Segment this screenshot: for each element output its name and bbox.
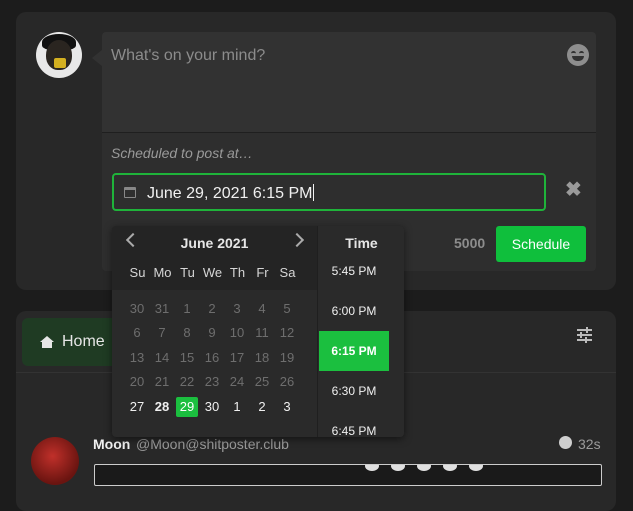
calendar-day[interactable]: 29 (176, 397, 198, 417)
calendar-day[interactable]: 30 (201, 397, 223, 417)
calendar-day[interactable]: 10 (226, 323, 248, 343)
time-option[interactable]: 6:45 PM (319, 411, 389, 437)
weekday-label: Fr (256, 265, 269, 280)
weekday-label: Sa (279, 265, 296, 280)
weekday-label: Th (229, 265, 246, 280)
globe-icon (559, 436, 572, 449)
calendar-day[interactable]: 19 (276, 348, 298, 368)
calendar-day[interactable]: 28 (151, 397, 173, 417)
calendar-day[interactable]: 5 (276, 299, 298, 319)
calendar-day[interactable]: 4 (251, 299, 273, 319)
time-option[interactable]: 6:15 PM (319, 331, 389, 371)
weekday-label: Mo (153, 265, 172, 280)
calendar-day[interactable]: 17 (226, 348, 248, 368)
character-count: 5000 (454, 235, 486, 251)
post-media-image[interactable] (94, 464, 602, 486)
compose-textarea[interactable]: What's on your mind? (102, 32, 596, 132)
calendar-day[interactable]: 9 (201, 323, 223, 343)
calendar-day[interactable]: 30 (126, 299, 148, 319)
time-list: Time 5:45 PM 6:00 PM 6:15 PM 6:30 PM 6:45 PM (317, 226, 404, 437)
post-author-name[interactable]: Moon (93, 436, 130, 452)
calendar-day[interactable]: 7 (151, 323, 173, 343)
calendar-day[interactable]: 2 (251, 397, 273, 417)
calendar-day[interactable]: 27 (126, 397, 148, 417)
schedule-button[interactable]: Schedule (496, 226, 586, 262)
calendar-day[interactable]: 24 (226, 372, 248, 392)
schedule-label: Scheduled to post at… (111, 145, 253, 161)
calendar-day[interactable]: 23 (201, 372, 223, 392)
datepicker-popup: June 2021 Su Mo Tu We Th Fr Sa 30 31 1 2 3 4 5 6 7 8 9 10… (112, 226, 404, 437)
weekday-label: Tu (180, 265, 195, 280)
post-timestamp[interactable]: 32s (578, 436, 601, 452)
weekday-label: We (202, 265, 223, 280)
compose-placeholder: What's on your mind? (111, 47, 266, 64)
month-title: June 2021 (180, 235, 249, 251)
calendar-day[interactable]: 8 (176, 323, 198, 343)
emoji-icon[interactable] (567, 44, 589, 66)
calendar-day[interactable]: 25 (251, 372, 273, 392)
calendar-day[interactable]: 31 (151, 299, 173, 319)
time-header: Time (345, 235, 378, 251)
calendar-day[interactable]: 21 (151, 372, 173, 392)
calendar-day[interactable]: 1 (226, 397, 248, 417)
calendar-day[interactable]: 16 (201, 348, 223, 368)
calendar-day[interactable]: 1 (176, 299, 198, 319)
tab-home[interactable]: Home (22, 318, 126, 366)
time-option[interactable]: 6:30 PM (319, 371, 389, 411)
calendar-day[interactable]: 14 (151, 348, 173, 368)
calendar-day[interactable]: 3 (226, 299, 248, 319)
calendar-day[interactable]: 11 (251, 323, 273, 343)
home-icon (40, 336, 54, 348)
user-avatar[interactable] (36, 32, 82, 78)
calendar-day[interactable]: 15 (176, 348, 198, 368)
bubble-tip (92, 50, 102, 66)
schedule-datetime-input[interactable]: June 29, 2021 6:15 PM (112, 173, 546, 211)
weekday-label: Su (129, 265, 146, 280)
time-option[interactable]: 6:00 PM (319, 291, 389, 331)
datetime-value: June 29, 2021 6:15 PM (147, 185, 313, 202)
calendar-day[interactable]: 12 (276, 323, 298, 343)
filter-icon[interactable] (577, 327, 592, 343)
tab-home-label: Home (62, 333, 105, 350)
time-option[interactable]: 5:45 PM (319, 251, 389, 291)
post-author-handle[interactable]: @Moon@shitposter.club (136, 436, 289, 452)
calendar-day[interactable]: 18 (251, 348, 273, 368)
calendar-day[interactable]: 2 (201, 299, 223, 319)
close-icon[interactable]: ✖ (565, 180, 582, 200)
calendar-header: June 2021 (112, 226, 317, 290)
calendar-day[interactable]: 3 (276, 397, 298, 417)
calendar-day[interactable]: 6 (126, 323, 148, 343)
calendar-day[interactable]: 26 (276, 372, 298, 392)
calendar-day[interactable]: 20 (126, 372, 148, 392)
calendar-day[interactable]: 13 (126, 348, 148, 368)
calendar-icon (124, 187, 136, 198)
calendar-day[interactable]: 22 (176, 372, 198, 392)
